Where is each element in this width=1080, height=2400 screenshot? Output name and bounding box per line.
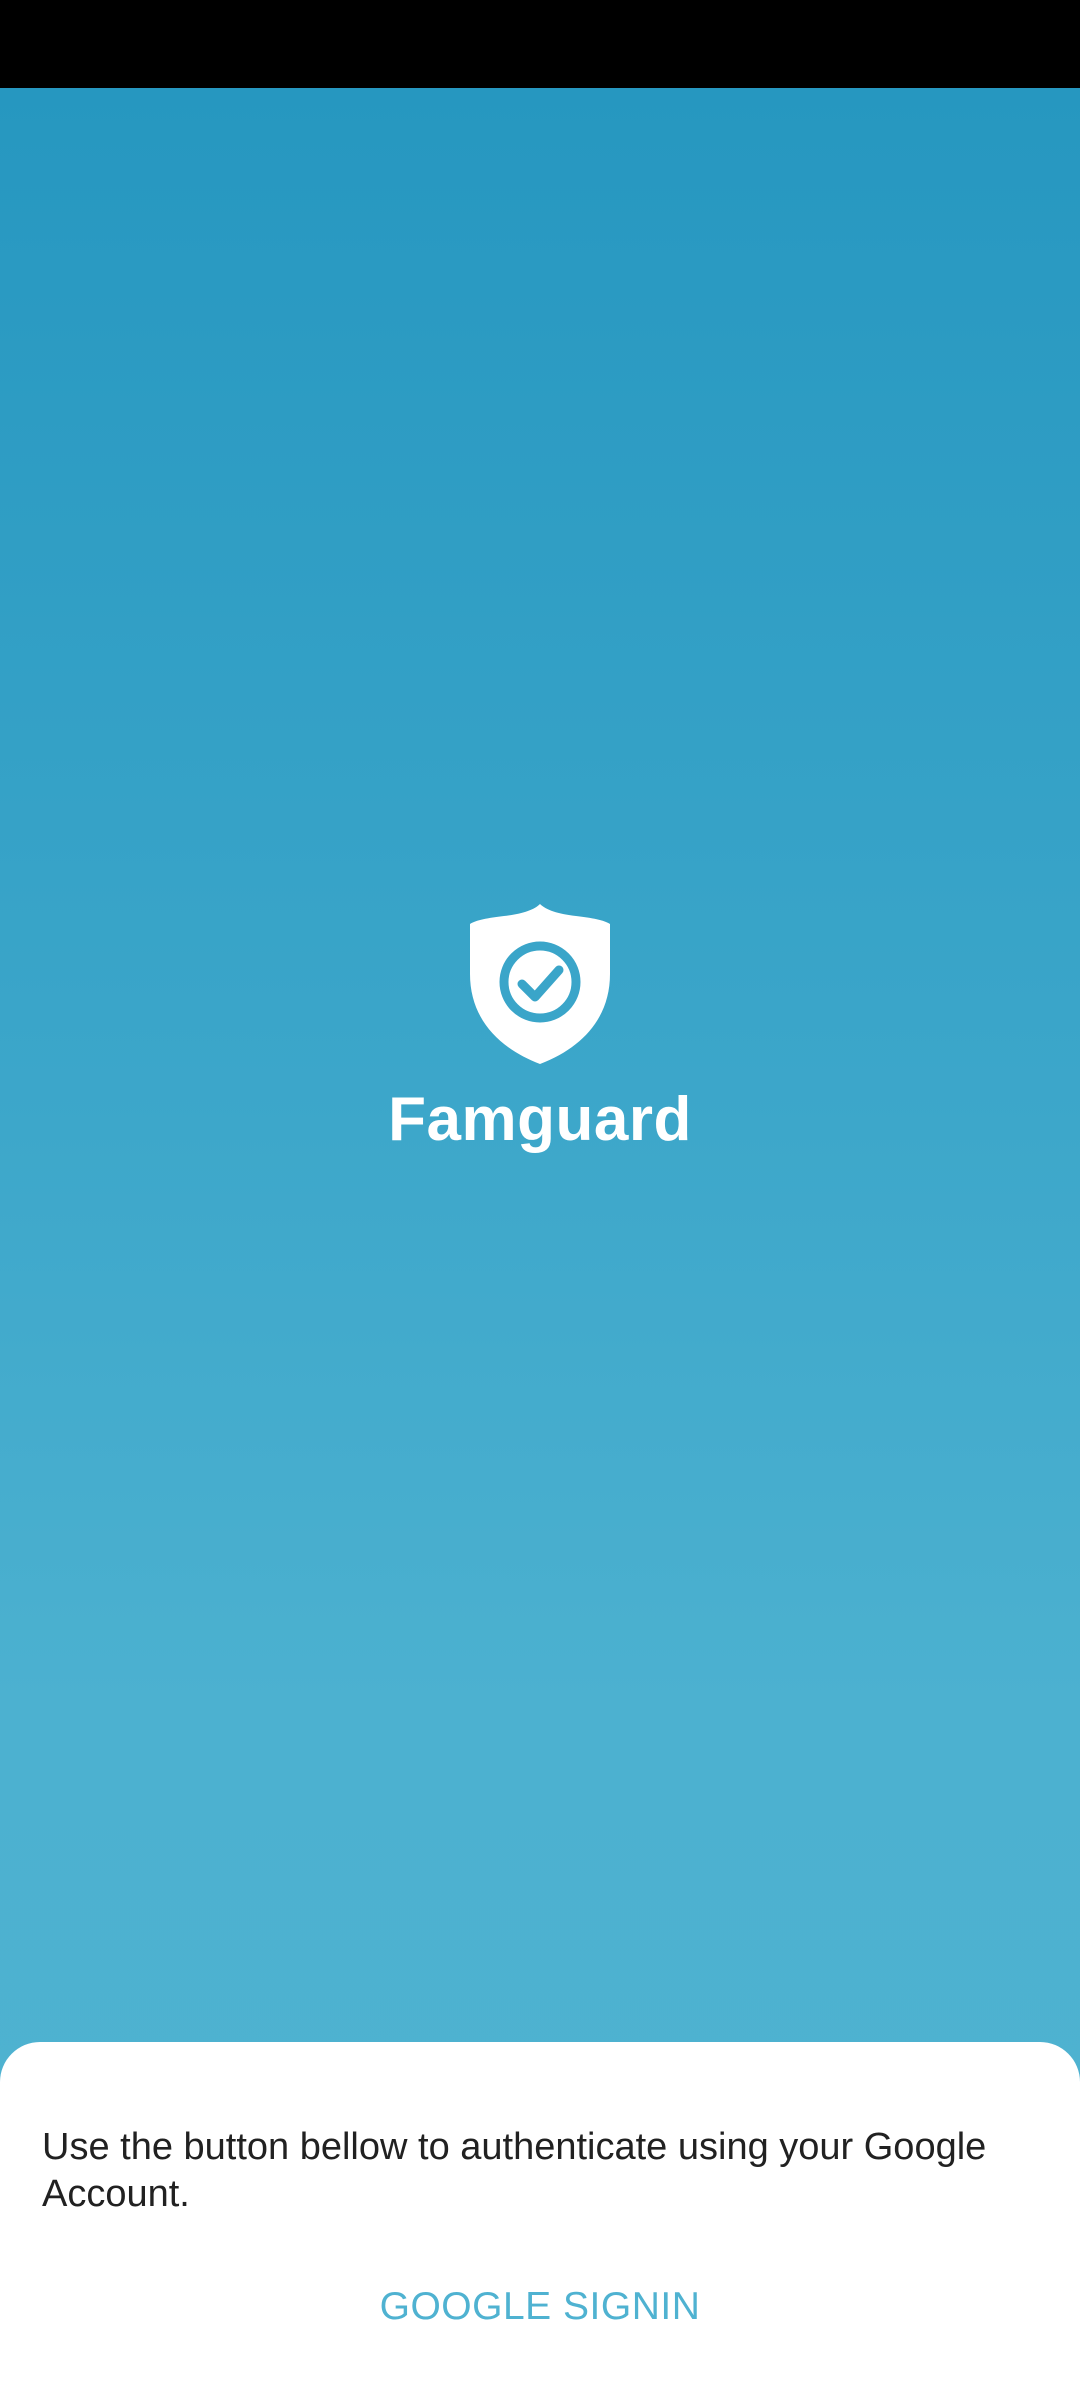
- shield-check-icon: [470, 904, 610, 1064]
- google-signin-button[interactable]: GOOGLE SIGNIN: [340, 2272, 740, 2342]
- auth-bottom-sheet: Use the button bellow to authenticate us…: [0, 2042, 1080, 2400]
- auth-message: Use the button bellow to authenticate us…: [42, 2126, 987, 2215]
- status-bar: [0, 0, 1080, 88]
- app-title: Famguard: [388, 1085, 692, 1154]
- app-logo: Famguard: [0, 900, 1080, 1154]
